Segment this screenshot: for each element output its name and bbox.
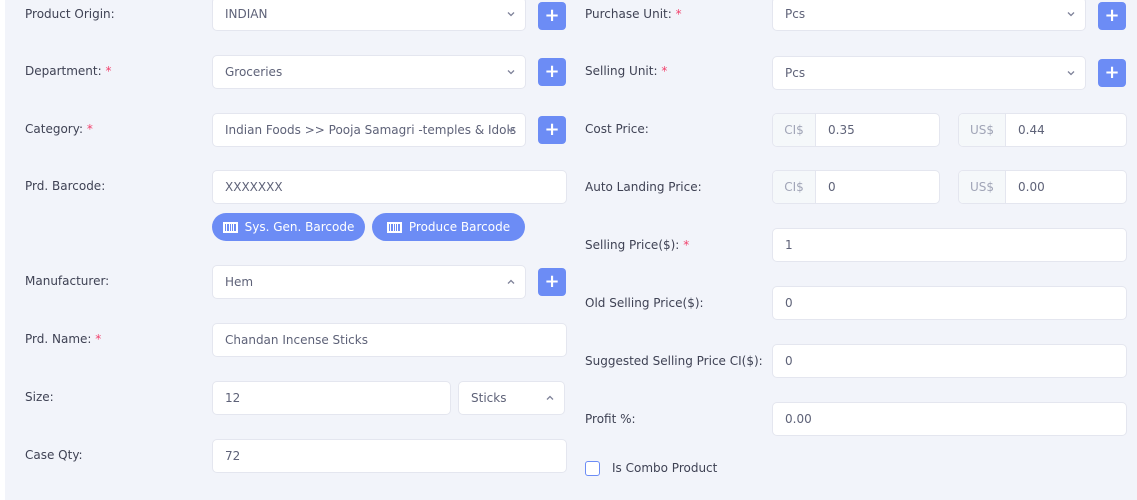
selling-price-value: 1 <box>785 238 793 252</box>
combo-checkbox[interactable] <box>585 461 600 476</box>
size-label: Size: <box>25 390 54 404</box>
chevron-down-icon <box>507 12 515 17</box>
department-value: Groceries <box>225 65 283 79</box>
size-unit-select[interactable]: Sticks <box>458 381 565 415</box>
ci-currency-addon: CI$ <box>773 114 816 146</box>
department-select[interactable]: Groceries <box>212 55 526 89</box>
chevron-down-icon <box>507 128 515 133</box>
product-origin-label: Product Origin: <box>25 7 115 21</box>
selling-unit-label: Selling Unit: * <box>585 64 668 78</box>
profit-label: Profit %: <box>585 412 636 426</box>
barcode-input[interactable]: XXXXXXX <box>212 170 567 204</box>
cost-price-label: Cost Price: <box>585 122 649 136</box>
plus-icon: + <box>1104 62 1120 83</box>
profit-value: 0.00 <box>785 412 812 426</box>
barcode-icon <box>222 221 238 233</box>
selling-unit-select[interactable]: Pcs <box>772 56 1086 90</box>
manufacturer-select[interactable]: Hem <box>212 265 526 299</box>
case-qty-input[interactable]: 72 <box>212 439 567 473</box>
chevron-down-icon <box>507 70 515 75</box>
barcode-label: Prd. Barcode: <box>25 179 106 193</box>
old-selling-price-label: Old Selling Price($): <box>585 296 704 310</box>
auto-landing-ci-value: 0 <box>828 180 836 194</box>
combo-label: Is Combo Product <box>612 461 718 475</box>
selling-price-input[interactable]: 1 <box>772 228 1127 262</box>
old-selling-price-input[interactable]: 0 <box>772 286 1127 320</box>
produce-barcode-label: Produce Barcode <box>408 220 511 234</box>
cost-price-us-value: 0.44 <box>1018 123 1045 137</box>
cost-price-ci-value: 0.35 <box>828 123 855 137</box>
add-category-button[interactable]: + <box>538 116 566 144</box>
left-edge-strip <box>0 0 5 500</box>
size-input[interactable]: 12 <box>212 381 451 415</box>
old-selling-price-value: 0 <box>785 296 793 310</box>
chevron-up-icon <box>546 395 554 400</box>
add-selling-unit-button[interactable]: + <box>1098 59 1126 87</box>
selling-price-label: Selling Price($): * <box>585 238 690 252</box>
profit-input[interactable]: 0.00 <box>772 402 1127 436</box>
product-origin-value: INDIAN <box>225 7 268 21</box>
cost-price-us-input[interactable]: US$ 0.44 <box>958 113 1127 147</box>
suggested-price-input[interactable]: 0 <box>772 344 1127 378</box>
plus-icon: + <box>544 119 560 140</box>
plus-icon: + <box>1104 5 1120 26</box>
sys-gen-barcode-button[interactable]: Sys. Gen. Barcode <box>212 213 365 241</box>
plus-icon: + <box>544 271 560 292</box>
case-qty-label: Case Qty: <box>25 448 83 462</box>
add-department-button[interactable]: + <box>538 58 566 86</box>
auto-landing-us-input[interactable]: US$ 0.00 <box>958 170 1127 204</box>
department-label: Department: * <box>25 64 112 78</box>
product-origin-select[interactable]: INDIAN <box>212 0 526 31</box>
category-select[interactable]: Indian Foods >> Pooja Samagri -temples &… <box>212 113 526 147</box>
auto-landing-ci-input[interactable]: CI$ 0 <box>772 170 940 204</box>
case-qty-value: 72 <box>225 449 241 463</box>
barcode-icon <box>386 221 402 233</box>
auto-landing-label: Auto Landing Price: <box>585 180 702 194</box>
add-manufacturer-button[interactable]: + <box>538 268 566 296</box>
plus-icon: + <box>544 5 560 26</box>
ci-currency-addon: CI$ <box>773 171 816 203</box>
category-value: Indian Foods >> Pooja Samagri -temples &… <box>225 123 517 137</box>
produce-barcode-button[interactable]: Produce Barcode <box>372 213 525 241</box>
add-origin-button[interactable]: + <box>538 2 566 30</box>
cost-price-ci-input[interactable]: CI$ 0.35 <box>772 113 940 147</box>
manufacturer-label: Manufacturer: <box>25 274 110 288</box>
category-label: Category: * <box>25 122 93 136</box>
size-unit-value: Sticks <box>471 391 507 405</box>
suggested-price-value: 0 <box>785 354 793 368</box>
auto-landing-us-value: 0.00 <box>1018 180 1045 194</box>
chevron-down-icon <box>1067 71 1075 76</box>
plus-icon: + <box>544 61 560 82</box>
us-currency-addon: US$ <box>959 114 1006 146</box>
size-value: 12 <box>225 391 241 405</box>
us-currency-addon: US$ <box>959 171 1006 203</box>
selling-unit-value: Pcs <box>785 66 806 80</box>
prd-name-input[interactable]: Chandan Incense Sticks <box>212 323 567 357</box>
add-purchase-unit-button[interactable]: + <box>1098 2 1126 30</box>
purchase-unit-select[interactable]: Pcs <box>772 0 1086 31</box>
chevron-up-icon <box>507 279 515 284</box>
prd-name-label: Prd. Name: * <box>25 332 102 346</box>
barcode-value: XXXXXXX <box>225 180 283 194</box>
prd-name-value: Chandan Incense Sticks <box>225 333 368 347</box>
suggested-price-label: Suggested Selling Price CI($): <box>585 354 763 368</box>
sys-gen-barcode-label: Sys. Gen. Barcode <box>244 220 355 234</box>
purchase-unit-label: Purchase Unit: * <box>585 7 682 21</box>
chevron-down-icon <box>1067 12 1075 17</box>
manufacturer-value: Hem <box>225 275 254 289</box>
purchase-unit-value: Pcs <box>785 7 806 21</box>
